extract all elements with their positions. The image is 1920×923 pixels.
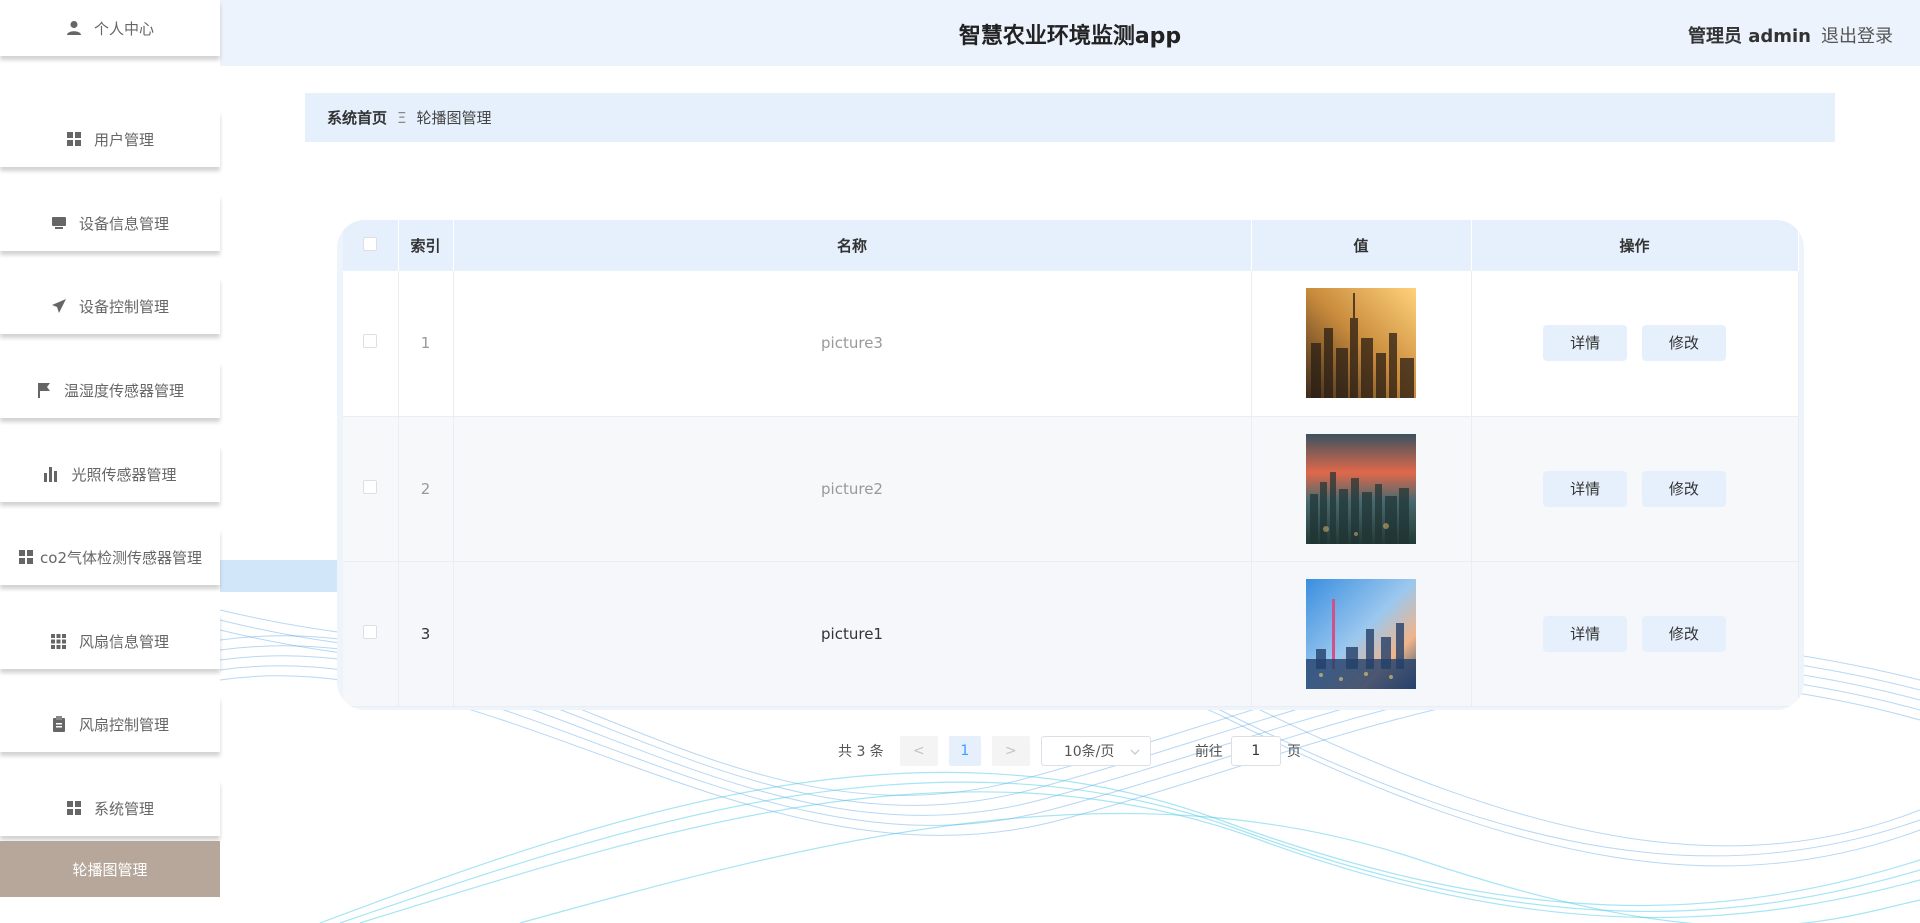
flag-icon [36,382,52,398]
admin-label: 管理员 admin [1687,26,1811,47]
row-index: 1 [398,271,454,417]
row-actions-cell: 详情 修改 [1471,416,1799,562]
city-tower-blue-sky-image [1306,578,1416,689]
sidebar-item-label: 设备控制管理 [78,297,169,316]
row-checkbox-cell [343,271,399,417]
sidebar-item-label: 个人中心 [93,19,154,38]
page-size-select[interactable]: 10条/页 [1040,736,1151,766]
sidebar-item-label: co2气体检测传感器管理 [40,548,202,567]
sidebar-item-system[interactable]: 系统管理 [0,780,220,836]
row-checkbox[interactable] [363,479,378,494]
edit-button[interactable]: 修改 [1641,325,1726,362]
logout-link[interactable]: 退出登录 [1821,22,1893,48]
row-checkbox[interactable] [363,334,378,349]
detail-button[interactable]: 详情 [1543,470,1628,507]
select-all-header [343,220,399,271]
sidebar-item-fan-info[interactable]: 风扇信息管理 [0,613,220,669]
page-size-value: 10条/页 [1063,744,1115,760]
jump-to-label: 前往 [1194,744,1223,760]
sidebar-item-label: 光照传感器管理 [71,465,177,484]
sidebar: 个人中心 用户管理 设备信息管理 设备控制管理 温湿度传感器管理 光照传感器管理 [0,0,220,923]
row-value-cell [1251,271,1472,417]
pagination: 共 3 条 < 1 > 10条/页 前往 页 [838,735,1301,767]
app-title: 智慧农业环境监测app [958,24,1182,49]
prev-page-button[interactable]: < [899,736,938,766]
city-dusk-red-sky-image [1306,433,1416,544]
breadcrumb: 系统首页 Ξ 轮播图管理 [305,93,1835,142]
jump-page-input[interactable] [1230,736,1281,766]
table-header-row: 索引 名称 值 操作 [343,220,1799,271]
clipboard-icon [51,716,67,732]
breadcrumb-current: 轮播图管理 [416,109,492,127]
page-number-button[interactable]: 1 [948,736,981,766]
select-all-checkbox[interactable] [363,236,378,251]
table-row: 1 picture3 详情 修改 [343,271,1799,417]
header-user-area: 管理员 admin 退出登录 [1688,22,1893,48]
carousel-table-card: 索引 名称 值 操作 1 picture3 详情 修改 2 picture2 详… [337,220,1804,710]
column-header-name: 名称 [453,220,1252,271]
sidebar-item-profile[interactable]: 个人中心 [0,0,220,56]
edit-button[interactable]: 修改 [1641,470,1726,507]
row-checkbox-cell [343,561,399,707]
row-name: picture3 [453,271,1252,417]
chevron-down-icon [1130,743,1140,759]
sidebar-item-label: 系统管理 [93,799,154,818]
table-row: 2 picture2 详情 修改 [343,416,1799,562]
row-name: picture2 [453,416,1252,562]
top-header: 智慧农业环境监测app 管理员 admin 退出登录 [220,0,1920,66]
sidebar-item-carousel[interactable]: 轮播图管理 [0,841,220,897]
sidebar-item-users[interactable]: 用户管理 [0,111,220,167]
column-header-index: 索引 [398,220,454,271]
page-suffix-label: 页 [1286,744,1301,760]
column-header-actions: 操作 [1471,220,1799,271]
sidebar-item-light-sensor[interactable]: 光照传感器管理 [0,446,220,502]
sidebar-item-label: 风扇控制管理 [78,715,169,734]
row-name: picture1 [453,561,1252,707]
sidebar-item-label: 风扇信息管理 [78,632,169,651]
table-row: 3 picture1 详情 修改 [343,561,1799,707]
grid-icon [66,800,82,816]
sidebar-item-device-control[interactable]: 设备控制管理 [0,278,220,334]
row-value-cell [1251,561,1472,707]
sidebar-item-label: 设备信息管理 [78,214,169,233]
sidebar-item-label: 轮播图管理 [72,860,148,879]
sidebar-item-fan-control[interactable]: 风扇控制管理 [0,696,220,752]
breadcrumb-home[interactable]: 系统首页 [327,107,387,128]
edit-button[interactable]: 修改 [1641,615,1726,652]
next-page-button[interactable]: > [991,736,1030,766]
sidebar-item-device-info[interactable]: 设备信息管理 [0,195,220,251]
grid-icon [66,131,82,147]
monitor-icon [51,215,67,231]
detail-button[interactable]: 详情 [1543,325,1628,362]
user-icon [66,20,82,36]
row-value-cell [1251,416,1472,562]
paper-plane-icon [51,298,67,314]
row-actions-cell: 详情 修改 [1471,561,1799,707]
sidebar-item-co2-sensor[interactable]: co2气体检测传感器管理 [0,529,220,585]
pagination-total: 共 3 条 [838,744,884,760]
row-actions-cell: 详情 修改 [1471,271,1799,417]
grid-icon [18,549,34,565]
breadcrumb-separator-icon: Ξ [397,108,407,127]
row-index: 2 [398,416,454,562]
sidebar-item-label: 用户管理 [93,130,154,149]
row-checkbox[interactable] [363,624,378,639]
sidebar-item-label: 温湿度传感器管理 [63,381,184,400]
city-sunset-gold-image [1306,288,1416,399]
carousel-table: 索引 名称 值 操作 1 picture3 详情 修改 2 picture2 详… [343,220,1799,707]
apps-icon [51,633,67,649]
sidebar-item-temp-humidity[interactable]: 温湿度传感器管理 [0,362,220,418]
row-checkbox-cell [343,416,399,562]
row-index: 3 [398,561,454,707]
detail-button[interactable]: 详情 [1543,615,1628,652]
bar-chart-icon [43,466,59,482]
column-header-value: 值 [1251,220,1472,271]
